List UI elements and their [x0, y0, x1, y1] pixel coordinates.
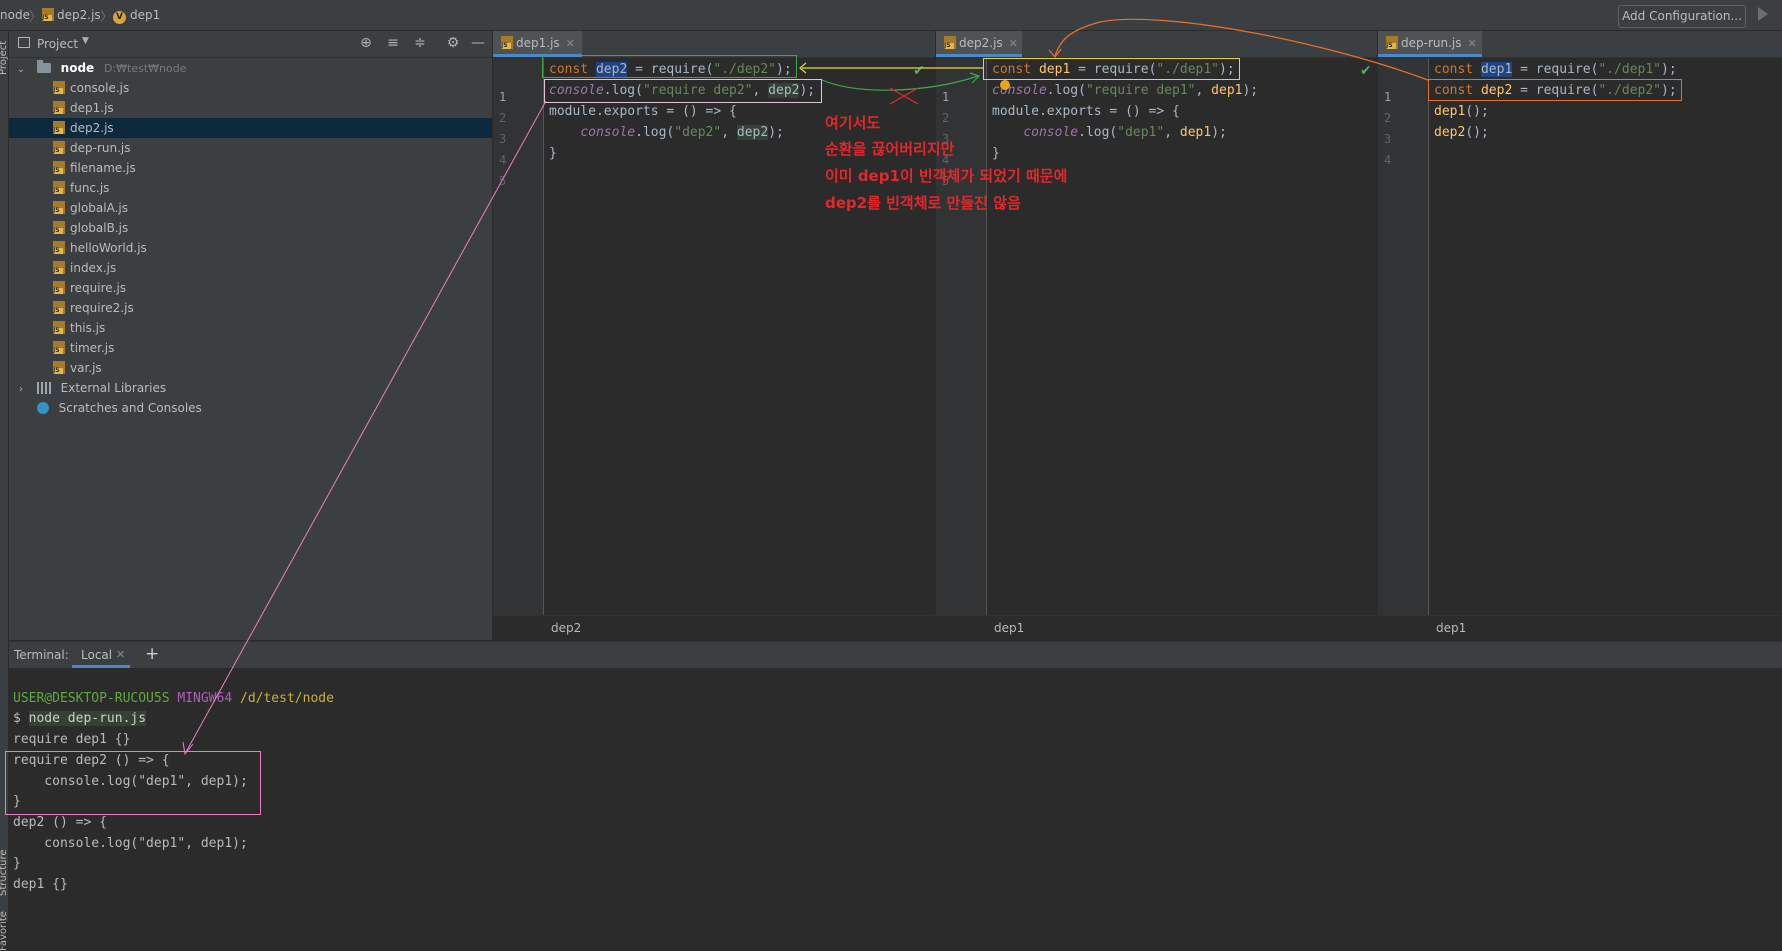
annotation-text-line-2: 순환을 끊어버리지만	[825, 140, 955, 158]
annotation-text-line-3: 이미 dep1이 빈객체가 되었기 때문에	[825, 167, 1068, 185]
pink-arrow	[185, 100, 547, 753]
annotation-text-line-1: 여기서도	[825, 114, 881, 132]
annotation-text-line-4: dep2를 빈객체로 만들진 않음	[825, 194, 1021, 212]
red-x-mark	[889, 87, 919, 105]
green-arrow	[821, 75, 979, 91]
orange-arrow	[1054, 18, 1429, 81]
